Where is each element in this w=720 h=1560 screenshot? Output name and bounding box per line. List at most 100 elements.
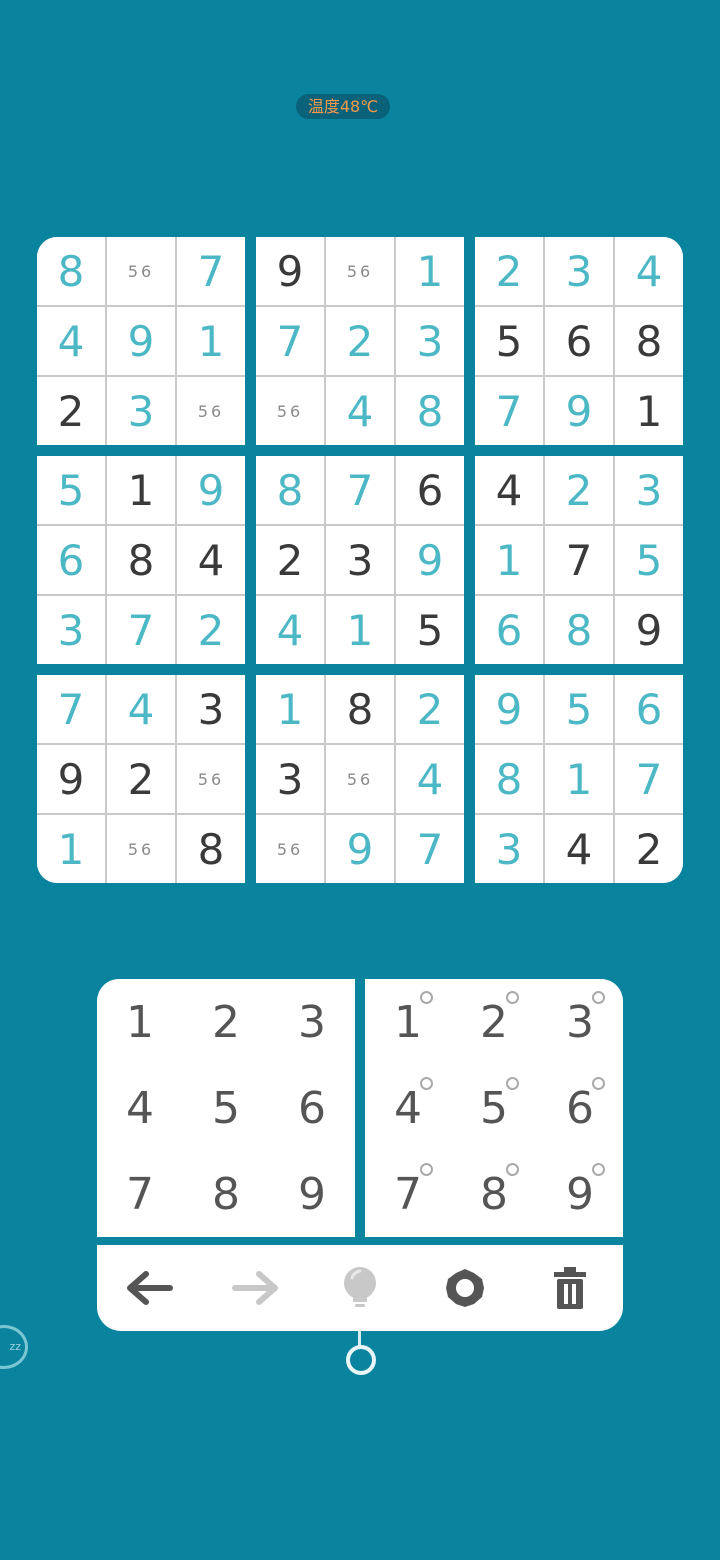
number-key[interactable]: 9 (269, 1151, 355, 1237)
sudoku-cell[interactable]: 3 (177, 675, 245, 743)
delete-button[interactable] (540, 1258, 600, 1318)
sudoku-note-cell[interactable]: 56 (177, 377, 245, 445)
sudoku-cell[interactable]: 1 (615, 377, 683, 445)
sudoku-cell[interactable]: 8 (107, 526, 175, 594)
sudoku-cell[interactable]: 4 (177, 526, 245, 594)
sudoku-cell[interactable]: 6 (475, 596, 543, 664)
side-bubble-button[interactable]: zz (0, 1325, 28, 1369)
sudoku-cell[interactable]: 8 (37, 237, 105, 305)
sudoku-cell[interactable]: 2 (326, 307, 394, 375)
sudoku-note-cell[interactable]: 56 (326, 745, 394, 813)
note-key[interactable]: 9 (537, 1151, 623, 1237)
sudoku-cell[interactable]: 4 (256, 596, 324, 664)
sudoku-cell[interactable]: 2 (256, 526, 324, 594)
sudoku-cell[interactable]: 8 (177, 815, 245, 883)
sudoku-cell[interactable]: 7 (475, 377, 543, 445)
sudoku-cell[interactable]: 1 (107, 456, 175, 524)
number-key[interactable]: 4 (97, 1065, 183, 1151)
note-key[interactable]: 4 (365, 1065, 451, 1151)
sudoku-cell[interactable]: 1 (177, 307, 245, 375)
settings-button[interactable] (435, 1258, 495, 1318)
number-key[interactable]: 1 (97, 979, 183, 1065)
sudoku-cell[interactable]: 2 (107, 745, 175, 813)
sudoku-cell[interactable]: 2 (545, 456, 613, 524)
sudoku-cell[interactable]: 6 (37, 526, 105, 594)
note-key[interactable]: 8 (451, 1151, 537, 1237)
sudoku-cell[interactable]: 2 (475, 237, 543, 305)
note-key[interactable]: 7 (365, 1151, 451, 1237)
sudoku-cell[interactable]: 8 (326, 675, 394, 743)
sudoku-cell[interactable]: 5 (615, 526, 683, 594)
sudoku-cell[interactable]: 1 (396, 237, 464, 305)
sudoku-cell[interactable]: 7 (396, 815, 464, 883)
sudoku-cell[interactable]: 4 (326, 377, 394, 445)
undo-button[interactable] (120, 1258, 180, 1318)
sudoku-cell[interactable]: 4 (37, 307, 105, 375)
sudoku-cell[interactable]: 3 (256, 745, 324, 813)
sudoku-cell[interactable]: 8 (475, 745, 543, 813)
sudoku-cell[interactable]: 3 (545, 237, 613, 305)
sudoku-cell[interactable]: 2 (37, 377, 105, 445)
number-key[interactable]: 5 (183, 1065, 269, 1151)
sudoku-cell[interactable]: 5 (475, 307, 543, 375)
sudoku-cell[interactable]: 7 (615, 745, 683, 813)
sudoku-cell[interactable]: 3 (107, 377, 175, 445)
sudoku-cell[interactable]: 4 (545, 815, 613, 883)
sudoku-cell[interactable]: 7 (177, 237, 245, 305)
sudoku-cell[interactable]: 4 (107, 675, 175, 743)
sudoku-cell[interactable]: 6 (545, 307, 613, 375)
sudoku-cell[interactable]: 9 (545, 377, 613, 445)
drag-handle[interactable] (346, 1345, 376, 1375)
sudoku-cell[interactable]: 2 (177, 596, 245, 664)
note-key[interactable]: 5 (451, 1065, 537, 1151)
sudoku-cell[interactable]: 9 (177, 456, 245, 524)
note-key[interactable]: 1 (365, 979, 451, 1065)
sudoku-cell[interactable]: 3 (326, 526, 394, 594)
redo-button[interactable] (225, 1258, 285, 1318)
note-key[interactable]: 2 (451, 979, 537, 1065)
sudoku-cell[interactable]: 7 (256, 307, 324, 375)
sudoku-cell[interactable]: 2 (396, 675, 464, 743)
sudoku-cell[interactable]: 8 (615, 307, 683, 375)
sudoku-cell[interactable]: 1 (37, 815, 105, 883)
sudoku-cell[interactable]: 9 (475, 675, 543, 743)
sudoku-cell[interactable]: 9 (615, 596, 683, 664)
sudoku-cell[interactable]: 9 (256, 237, 324, 305)
hint-button[interactable] (330, 1258, 390, 1318)
sudoku-cell[interactable]: 6 (396, 456, 464, 524)
sudoku-cell[interactable]: 3 (615, 456, 683, 524)
sudoku-cell[interactable]: 5 (396, 596, 464, 664)
number-key[interactable]: 3 (269, 979, 355, 1065)
sudoku-cell[interactable]: 1 (545, 745, 613, 813)
sudoku-cell[interactable]: 8 (396, 377, 464, 445)
sudoku-cell[interactable]: 1 (326, 596, 394, 664)
sudoku-cell[interactable]: 1 (475, 526, 543, 594)
sudoku-cell[interactable]: 9 (326, 815, 394, 883)
number-key[interactable]: 2 (183, 979, 269, 1065)
sudoku-cell[interactable]: 3 (37, 596, 105, 664)
number-key[interactable]: 7 (97, 1151, 183, 1237)
note-key[interactable]: 6 (537, 1065, 623, 1151)
sudoku-cell[interactable]: 9 (37, 745, 105, 813)
sudoku-cell[interactable]: 6 (615, 675, 683, 743)
sudoku-cell[interactable]: 3 (396, 307, 464, 375)
sudoku-cell[interactable]: 9 (107, 307, 175, 375)
sudoku-cell[interactable]: 7 (37, 675, 105, 743)
sudoku-cell[interactable]: 1 (256, 675, 324, 743)
sudoku-note-cell[interactable]: 56 (177, 745, 245, 813)
note-key[interactable]: 3 (537, 979, 623, 1065)
sudoku-cell[interactable]: 7 (326, 456, 394, 524)
number-key[interactable]: 8 (183, 1151, 269, 1237)
sudoku-note-cell[interactable]: 56 (107, 815, 175, 883)
sudoku-note-cell[interactable]: 56 (326, 237, 394, 305)
sudoku-note-cell[interactable]: 56 (107, 237, 175, 305)
sudoku-cell[interactable]: 8 (545, 596, 613, 664)
sudoku-cell[interactable]: 2 (615, 815, 683, 883)
sudoku-cell[interactable]: 5 (545, 675, 613, 743)
sudoku-cell[interactable]: 7 (107, 596, 175, 664)
sudoku-note-cell[interactable]: 56 (256, 377, 324, 445)
sudoku-cell[interactable]: 9 (396, 526, 464, 594)
sudoku-cell[interactable]: 4 (396, 745, 464, 813)
sudoku-cell[interactable]: 8 (256, 456, 324, 524)
sudoku-cell[interactable]: 4 (615, 237, 683, 305)
